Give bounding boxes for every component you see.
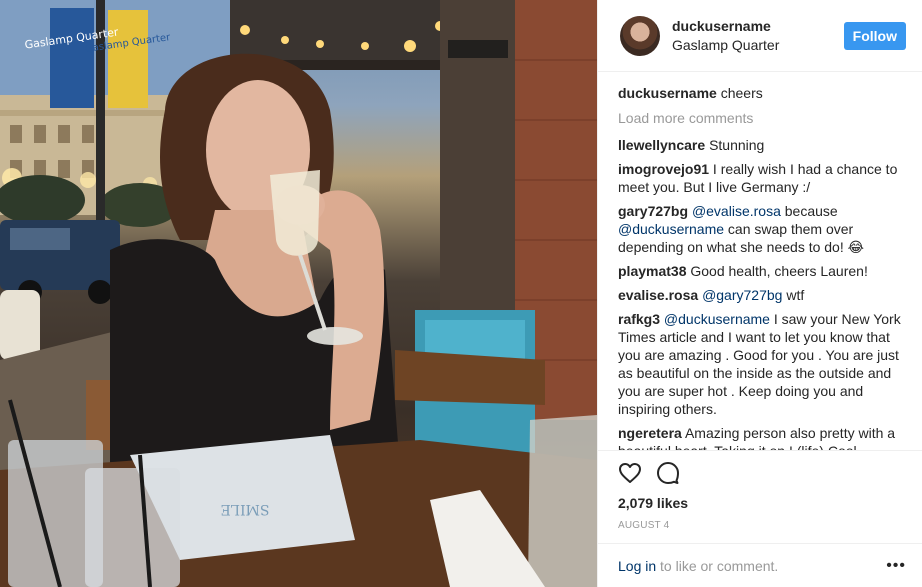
header-text: duckusername Gaslamp Quarter [672,17,844,55]
comments-list[interactable]: duckusername cheers Load more comments l… [598,72,922,450]
post-header: duckusername Gaslamp Quarter Follow [598,0,922,72]
caption-text: cheers [720,85,763,101]
comment-mention[interactable]: @gary727bg [702,287,782,303]
photo-illustration: Gaslamp Quarter Gaslamp Quarter SMILE [0,0,597,587]
comment-username[interactable]: rafkg3 [618,311,660,327]
comment-item: gary727bg @evalise.rosa because @duckuse… [618,202,906,256]
comment-mention[interactable]: @evalise.rosa [692,203,781,219]
post-side-panel: duckusername Gaslamp Quarter Follow duck… [597,0,922,587]
comment-item: imogrovejo91 I really wish I had a chanc… [618,160,906,196]
comment-mention[interactable]: @duckusername [618,221,724,237]
comment-username[interactable]: gary727bg [618,203,688,219]
comment-item: ngeretera Amazing person also pretty wit… [618,424,906,450]
comment-username[interactable]: llewellyncare [618,137,705,153]
avatar[interactable] [620,15,660,56]
login-link[interactable]: Log in [618,558,656,574]
heart-icon[interactable] [618,461,642,485]
login-prompt: Log in to like or comment. ••• [598,543,922,587]
comment-text: because [780,203,838,219]
comment-mention[interactable]: @duckusername [664,311,770,327]
comment-username[interactable]: playmat38 [618,263,686,279]
login-prompt-text: to like or comment. [656,557,779,574]
comment-username[interactable]: evalise.rosa [618,287,698,303]
comment-item: llewellyncare Stunning [618,136,906,154]
caption: duckusername cheers [618,84,906,102]
comment-username[interactable]: ngeretera [618,425,682,441]
post-photo[interactable]: Gaslamp Quarter Gaslamp Quarter SMILE [0,0,597,587]
comment-text: Stunning [709,137,765,153]
comment-text: Good health, cheers Lauren! [690,263,868,279]
comment-username[interactable]: imogrovejo91 [618,161,709,177]
comment-item: playmat38 Good health, cheers Lauren! [618,262,906,280]
more-options-icon[interactable]: ••• [886,557,906,575]
action-icons [618,451,906,491]
load-more-comments-link[interactable]: Load more comments [618,110,906,126]
header-location[interactable]: Gaslamp Quarter [672,36,844,55]
post-actions: 2,079 likes AUGUST 4 [598,450,922,543]
comment-icon[interactable] [656,461,680,485]
comment-item: evalise.rosa @gary727bg wtf [618,286,906,304]
menu-text: SMILE [221,501,270,517]
post-container: Gaslamp Quarter Gaslamp Quarter SMILE du… [0,0,922,587]
comment-item: rafkg3 @duckusername I saw your New York… [618,310,906,418]
header-username[interactable]: duckusername [672,17,844,36]
caption-username[interactable]: duckusername [618,85,717,101]
comment-text: wtf [782,287,805,303]
post-date: AUGUST 4 [618,520,670,531]
follow-button[interactable]: Follow [843,21,906,50]
likes-count[interactable]: 2,079 likes [618,495,906,511]
